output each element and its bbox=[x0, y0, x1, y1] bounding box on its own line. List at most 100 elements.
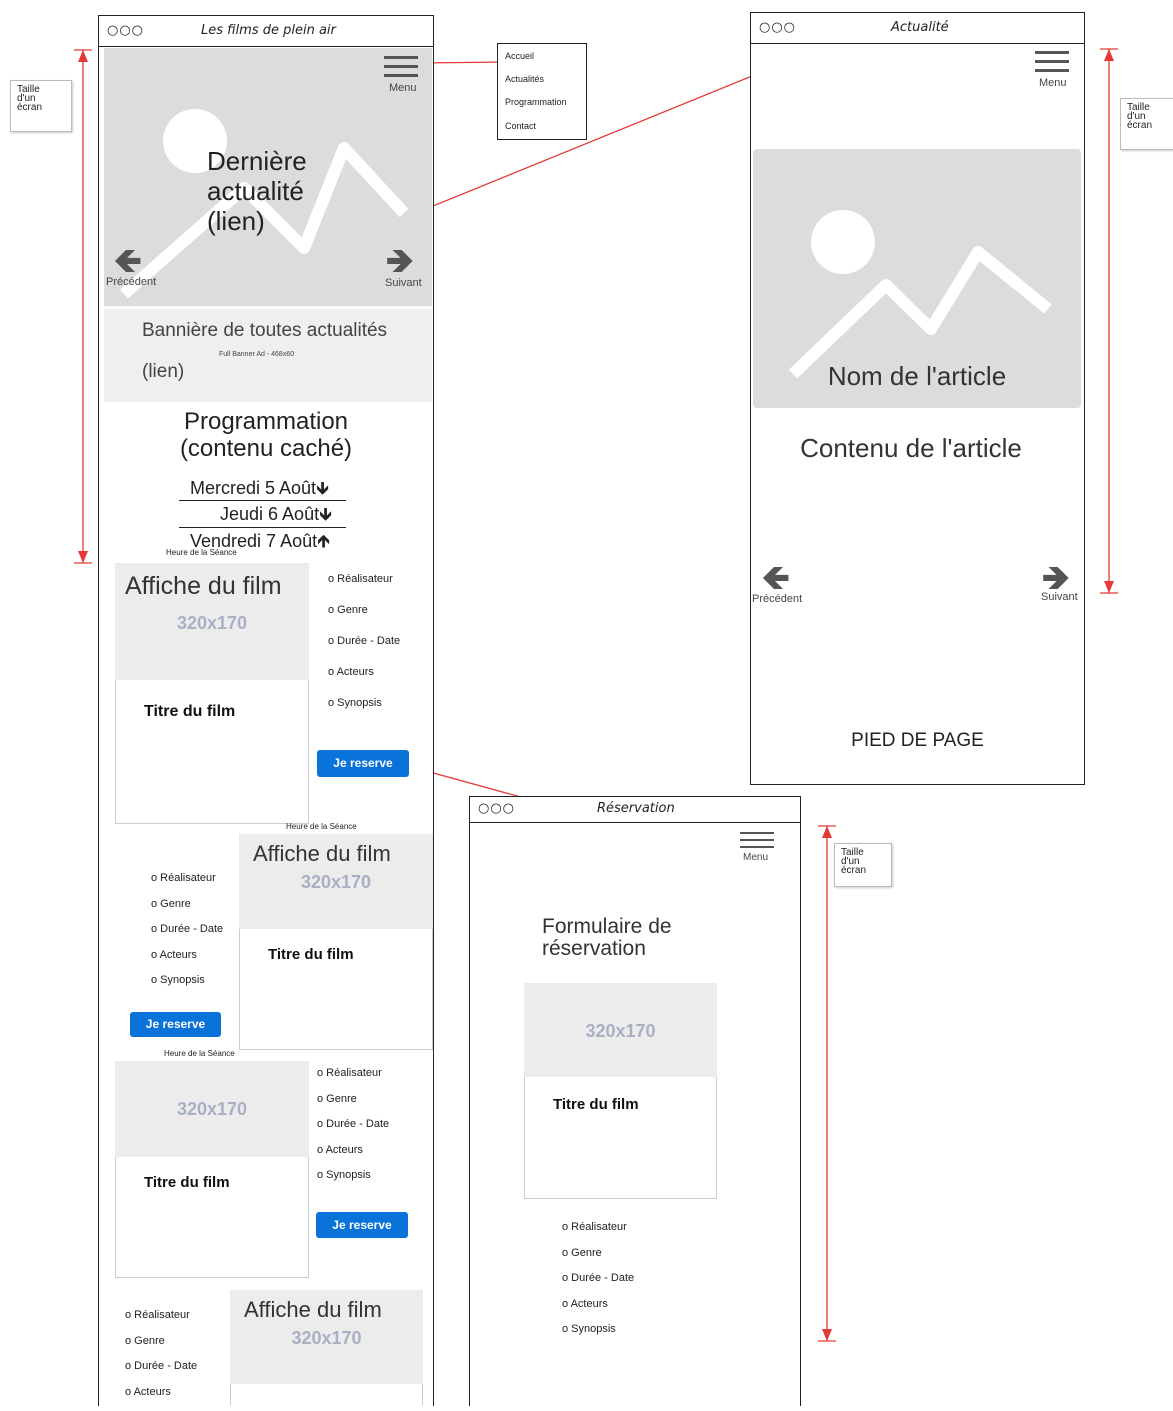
info-item: o Durée - Date bbox=[562, 1272, 634, 1298]
window-controls[interactable]: ○○○ bbox=[478, 801, 515, 816]
programmation-heading: Programmation (contenu caché) bbox=[173, 408, 359, 462]
film-info-list: o Réalisateur o Genre o Durée - Date o A… bbox=[151, 872, 223, 1000]
film-info-list: o Réalisateur o Genre o Durée - Date o A… bbox=[562, 1221, 634, 1349]
info-item: o Genre bbox=[562, 1247, 634, 1273]
menu-label: Menu bbox=[389, 82, 417, 94]
info-item: o Durée - Date bbox=[317, 1118, 389, 1144]
menu-item-actualites[interactable]: Actualités bbox=[505, 74, 544, 84]
info-item: o Synopsis bbox=[328, 697, 400, 728]
info-item: o Synopsis bbox=[317, 1169, 389, 1195]
chevron-down-icon: 🡻 bbox=[319, 504, 332, 524]
film-title: Titre du film bbox=[144, 1174, 230, 1191]
next-label[interactable]: Suivant bbox=[1041, 591, 1078, 603]
screen-size-note: Taille d'un écran bbox=[834, 843, 892, 887]
info-item: o Réalisateur bbox=[125, 1309, 197, 1335]
hero-text: Dernière bbox=[207, 146, 307, 176]
info-item: o Acteurs bbox=[562, 1298, 634, 1324]
chevron-down-icon: 🡻 bbox=[316, 478, 329, 498]
home-titlebar: ○○○ Les films de plein air bbox=[99, 16, 433, 47]
info-item: o Durée - Date bbox=[125, 1360, 197, 1386]
window-controls[interactable]: ○○○ bbox=[107, 23, 144, 38]
info-item: o Acteurs bbox=[328, 666, 400, 697]
note-line: écran bbox=[17, 103, 65, 112]
window-controls[interactable]: ○○○ bbox=[759, 20, 796, 35]
reservation-heading: Formulaire de réservation bbox=[542, 916, 672, 960]
heading-line: réservation bbox=[542, 938, 672, 960]
menu-item-contact[interactable]: Contact bbox=[505, 121, 536, 131]
note-line: écran bbox=[841, 866, 885, 875]
poster-size: 320x170 bbox=[239, 872, 433, 893]
poster-label: Affiche du film bbox=[253, 841, 391, 867]
window-title: Les films de plein air bbox=[201, 23, 336, 38]
screen-size-note: Taille d'un écran bbox=[1120, 98, 1173, 150]
poster-label: Affiche du film bbox=[125, 572, 282, 601]
divider bbox=[179, 527, 346, 528]
arrow-right-icon[interactable]: 🡺 bbox=[1042, 561, 1070, 595]
info-item: o Genre bbox=[151, 898, 223, 924]
banner-link[interactable]: (lien) bbox=[142, 361, 184, 383]
reserve-button[interactable]: Je reserve bbox=[130, 1012, 221, 1037]
heading-line: Formulaire de bbox=[542, 916, 672, 938]
latest-news-link[interactable]: Dernière actualité (lien) bbox=[207, 146, 307, 236]
poster-size: 320x170 bbox=[115, 1099, 309, 1120]
info-item: o Genre bbox=[317, 1093, 389, 1119]
article-content: Contenu de l'article bbox=[750, 433, 1072, 464]
menu-item-accueil[interactable]: Accueil bbox=[505, 51, 534, 61]
news-titlebar: ○○○ Actualité bbox=[751, 13, 1084, 44]
info-item: o Acteurs bbox=[125, 1386, 197, 1411]
screen-size-note: Taille d'un écran bbox=[10, 80, 72, 132]
poster-size: 320x170 bbox=[230, 1328, 423, 1349]
arrow-left-icon[interactable]: 🡸 bbox=[114, 244, 142, 278]
previous-label[interactable]: Précédent bbox=[106, 276, 156, 288]
banner-sub: Full Banner Ad - 468x60 bbox=[219, 351, 294, 358]
booking-titlebar: ○○○ Réservation bbox=[470, 797, 800, 823]
info-item: o Durée - Date bbox=[151, 923, 223, 949]
info-item: o Acteurs bbox=[151, 949, 223, 975]
heading-line: (contenu caché) bbox=[173, 435, 359, 462]
arrow-left-icon[interactable]: 🡸 bbox=[762, 561, 790, 595]
hamburger-menu-icon[interactable] bbox=[1035, 51, 1069, 78]
info-item: o Réalisateur bbox=[151, 872, 223, 898]
info-item: o Réalisateur bbox=[328, 573, 400, 604]
poster-size: 320x170 bbox=[524, 1021, 717, 1042]
reserve-button[interactable]: Je reserve bbox=[316, 1212, 408, 1238]
film-title: Titre du film bbox=[144, 703, 235, 721]
menu-label: Menu bbox=[743, 852, 768, 863]
showtime-label: Heure de la Séance bbox=[164, 1049, 235, 1058]
film-info-list: o Réalisateur o Genre o Durée - Date o A… bbox=[317, 1067, 389, 1195]
info-item: o Synopsis bbox=[562, 1323, 634, 1349]
info-item: o Genre bbox=[328, 604, 400, 635]
film-info-list: o Réalisateur o Genre o Durée - Date o A… bbox=[328, 573, 400, 728]
menu-label: Menu bbox=[1039, 77, 1067, 89]
note-line: écran bbox=[1127, 121, 1169, 130]
previous-label[interactable]: Précédent bbox=[752, 593, 802, 605]
info-item: o Durée - Date bbox=[328, 635, 400, 666]
heading-line: Programmation bbox=[173, 408, 359, 435]
menu-item-programmation[interactable]: Programmation bbox=[505, 97, 567, 107]
window-title: Actualité bbox=[891, 20, 949, 35]
divider bbox=[179, 500, 346, 501]
info-item: o Réalisateur bbox=[562, 1221, 634, 1247]
hamburger-menu-icon[interactable] bbox=[740, 832, 774, 853]
date-label: Jeudi 6 Août bbox=[220, 504, 319, 524]
next-label[interactable]: Suivant bbox=[385, 277, 422, 289]
info-item: o Synopsis bbox=[151, 974, 223, 1000]
film-info-list: o Réalisateur o Genre o Durée - Date o A… bbox=[125, 1309, 197, 1411]
film-title: Titre du film bbox=[268, 946, 354, 963]
hamburger-menu-icon[interactable] bbox=[384, 56, 418, 83]
poster-label: Affiche du film bbox=[244, 1297, 382, 1323]
hero-text: (lien) bbox=[207, 206, 307, 236]
info-item: o Acteurs bbox=[317, 1144, 389, 1170]
info-item: o Réalisateur bbox=[317, 1067, 389, 1093]
arrow-right-icon[interactable]: 🡺 bbox=[386, 244, 414, 278]
page-footer: PIED DE PAGE bbox=[750, 730, 1085, 752]
chevron-up-icon: 🡹 bbox=[317, 531, 330, 551]
window-title: Réservation bbox=[597, 801, 675, 816]
dropdown-menu: Accueil Actualités Programmation Contact bbox=[497, 43, 587, 140]
film-title: Titre du film bbox=[553, 1096, 639, 1113]
showtime-label: Heure de la Séance bbox=[166, 548, 237, 557]
article-name: Nom de l'article bbox=[753, 361, 1081, 392]
reserve-button[interactable]: Je reserve bbox=[317, 750, 409, 777]
hero-text: actualité bbox=[207, 176, 307, 206]
banner-title: Bannière de toutes actualités bbox=[142, 320, 387, 342]
